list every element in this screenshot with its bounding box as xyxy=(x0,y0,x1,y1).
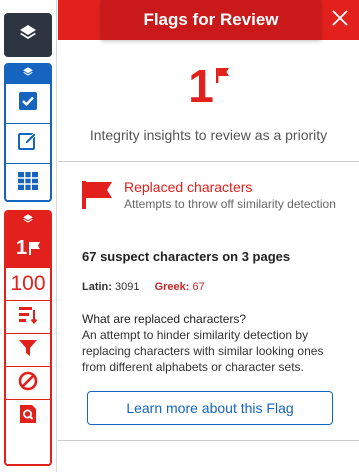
checkbox-icon xyxy=(18,91,38,116)
flag-count-display: 1 xyxy=(58,60,359,112)
layers-icon xyxy=(22,65,34,83)
grid-tool-button[interactable] xyxy=(6,163,50,200)
edit-tool-button[interactable] xyxy=(6,123,50,163)
flag-icon xyxy=(29,241,41,255)
similarity-score: 100 xyxy=(10,272,46,295)
sort-button[interactable] xyxy=(6,300,50,333)
flag-count: 1 xyxy=(188,60,214,112)
layers-button[interactable] xyxy=(4,13,52,57)
filter-button[interactable] xyxy=(6,333,50,366)
latin-count: 3091 xyxy=(115,281,140,293)
document-search-icon xyxy=(18,404,38,429)
greek-label: Greek: xyxy=(154,281,190,293)
toolbar: 1 100 xyxy=(0,0,57,472)
divider xyxy=(58,161,359,162)
divider xyxy=(58,440,359,441)
flag-description: Attempts to throw off similarity detecti… xyxy=(124,197,336,211)
integrity-group-header[interactable] xyxy=(6,212,50,229)
explanation-body: An attempt to hinder similarity detectio… xyxy=(82,328,324,374)
layers-icon xyxy=(22,212,34,230)
filter-icon xyxy=(18,338,38,363)
document-search-button[interactable] xyxy=(6,399,50,432)
learn-more-button[interactable]: Learn more about this Flag xyxy=(87,391,333,425)
flags-count: 1 xyxy=(15,236,28,259)
similarity-tools-group xyxy=(4,63,52,202)
integrity-tools-group: 1 100 xyxy=(4,210,52,466)
flag-icon xyxy=(215,68,229,88)
flags-button[interactable]: 1 xyxy=(6,229,50,267)
similarity-score-button[interactable]: 100 xyxy=(6,267,50,300)
close-icon xyxy=(332,9,348,31)
greek-count: 67 xyxy=(192,281,205,293)
alphabet-counts: Latin: 3091 Greek: 67 xyxy=(82,281,205,293)
exclude-button[interactable] xyxy=(6,366,50,399)
latin-label: Latin: xyxy=(82,281,112,293)
grid-icon xyxy=(17,171,39,196)
flag-icon xyxy=(82,181,112,214)
explanation-title: What are replaced characters? xyxy=(82,312,247,326)
panel-header: Flags for Review xyxy=(58,0,359,40)
exclude-icon xyxy=(18,371,38,396)
panel-title: Flags for Review xyxy=(101,0,321,40)
edit-icon xyxy=(17,130,39,157)
sort-icon xyxy=(18,305,38,330)
suspect-summary: 67 suspect characters on 3 pages xyxy=(82,249,291,264)
checkbox-tool-button[interactable] xyxy=(6,83,50,123)
close-button[interactable] xyxy=(321,0,359,40)
layers-icon xyxy=(18,23,38,48)
flag-title: Replaced characters xyxy=(124,179,253,195)
flags-panel: Flags for Review 1 Integrity insights to… xyxy=(58,0,359,472)
similarity-group-header[interactable] xyxy=(6,65,50,83)
panel-subtitle: Integrity insights to review as a priori… xyxy=(89,127,328,143)
